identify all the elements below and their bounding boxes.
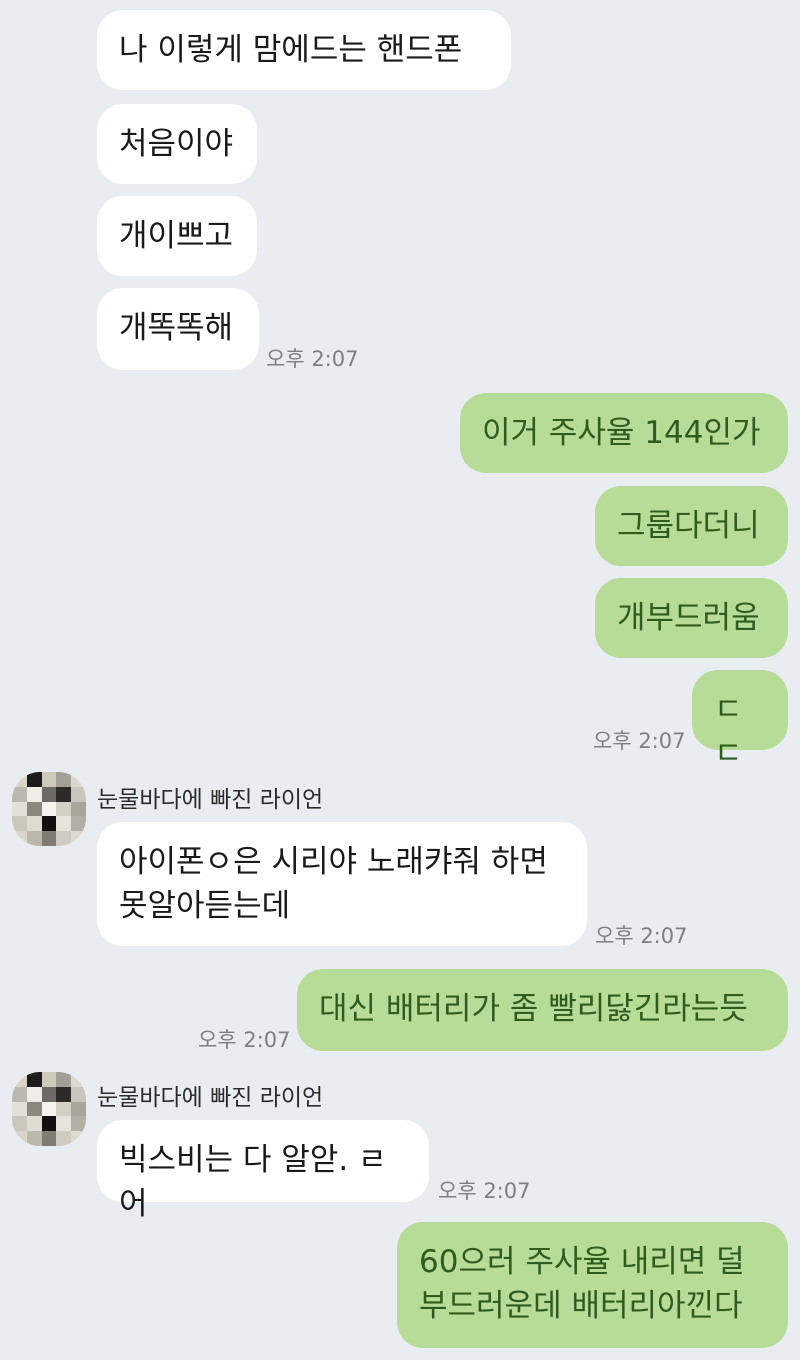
sender-avatar[interactable]: [12, 772, 86, 846]
message-bubble-incoming[interactable]: 나 이렇게 맘에드는 핸드폰: [97, 10, 511, 90]
sender-avatar[interactable]: [12, 1072, 86, 1146]
message-bubble-outgoing[interactable]: 개부드러움: [595, 578, 788, 658]
sender-name: 눈물바다에 빠진 라이언: [97, 787, 324, 813]
message-timestamp: 오후 2:07: [266, 347, 359, 371]
message-bubble-incoming[interactable]: 개똑똑해: [97, 288, 259, 370]
message-timestamp: 오후 2:07: [438, 1179, 531, 1203]
message-bubble-outgoing[interactable]: 대신 배터리가 좀 빨리닳긴라는듯: [297, 969, 788, 1051]
message-bubble-outgoing[interactable]: 60으러 주사율 내리면 덜 부드러운데 배터리아낀다: [397, 1222, 788, 1348]
message-bubble-outgoing[interactable]: 이거 주사율 144인가: [460, 393, 788, 473]
message-bubble-incoming[interactable]: 개이쁘고: [97, 196, 257, 276]
message-bubble-outgoing[interactable]: ㄷㄷ: [692, 670, 788, 772]
message-bubble-incoming[interactable]: 아이폰ㅇ은 시리야 노래캬줘 하면 못알아듣는데: [97, 822, 587, 946]
message-bubble-outgoing[interactable]: 그룹다더니: [595, 486, 788, 566]
message-bubble-incoming[interactable]: 처음이야: [97, 104, 257, 184]
message-timestamp: 오후 2:07: [198, 1028, 291, 1052]
sender-name: 눈물바다에 빠진 라이언: [97, 1085, 324, 1111]
message-timestamp: 오후 2:07: [593, 729, 686, 753]
message-timestamp: 오후 2:07: [595, 924, 688, 948]
message-bubble-incoming[interactable]: 빅스비는 다 알앋. ㄹ어: [97, 1120, 429, 1222]
